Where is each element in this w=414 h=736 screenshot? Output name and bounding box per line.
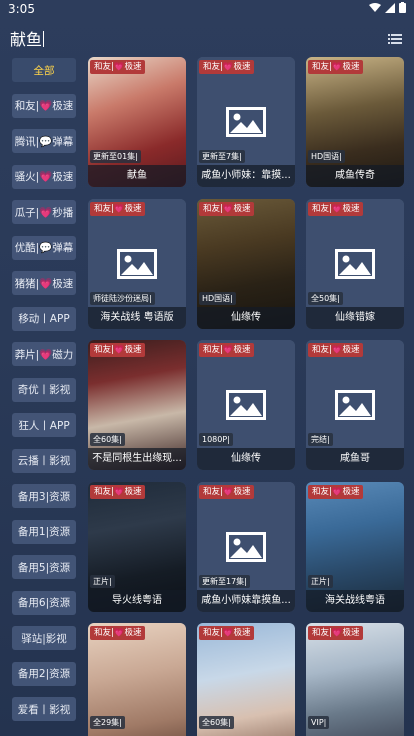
sidebar-source-item[interactable]: 爱看丨影视 [12,697,76,721]
source-badge: 和友|💗极速 [90,60,146,74]
source-badge: 和友|💗极速 [199,343,255,357]
source-badge: 和友|💗极速 [308,60,364,74]
result-card[interactable]: 和友|💗极速 全60集| 不是同根生出缘现... [88,340,186,470]
episode-status-tag: 更新至17集| [199,574,250,588]
result-title: 咸鱼传奇 [306,165,404,187]
episode-status-tag: 全60集| [90,433,125,446]
sidebar-source-item[interactable]: 移动丨APP [12,306,76,331]
episode-status-tag: 更新至01集| [90,150,141,163]
episode-status-tag: 1080P| [199,433,233,446]
result-card[interactable]: 和友|💗极速 正片| 海关战线粤语 [306,481,404,612]
episode-status-tag: 全29集| [90,716,125,729]
result-card[interactable]: 和友|💗极速 全60集| [197,623,295,736]
source-badge: 和友|💗极速 [90,201,146,216]
source-badge: 和友|💗极速 [199,60,255,74]
status-icons [369,2,406,13]
sidebar-source-item[interactable]: 驿站|影视 [12,626,76,650]
episode-status-tag: 正片| [90,574,115,588]
result-card[interactable]: 和友|💗极速 全29集| [88,623,186,736]
result-card[interactable]: 和友|💗极速 HD国语| 咸鱼传奇 [306,57,404,187]
sidebar-source-item[interactable]: 骚火|💗极速 [12,164,76,189]
source-badge: 和友|💗极速 [199,484,255,499]
source-badge: 和友|💗极速 [308,484,364,499]
episode-status-tag: 更新至7集| [199,150,245,163]
episode-status-tag: 全50集| [308,291,343,305]
result-title: 海关战线粤语 [306,589,404,612]
sidebar-source-item[interactable]: 腾讯|💬弹幕 [12,129,76,153]
sidebar-source-item[interactable]: 备用1|资源 [12,519,76,544]
source-badge: 和友|💗极速 [90,626,146,640]
status-time: 3:05 [8,2,35,16]
result-title: 仙缘传 [197,448,295,470]
sidebar-source-item[interactable]: 瓜子|💗秒播 [12,200,76,224]
result-card[interactable]: 和友|💗极速 师徒陆沙份迷局| 海关战线 粤语版 [88,198,186,329]
episode-status-tag: 师徒陆沙份迷局| [90,291,155,305]
wifi-icon [369,2,381,13]
result-title: 不是同根生出缘现... [88,448,186,470]
result-card[interactable]: 和友|💗极速 全50集| 仙缘错嫁 [306,198,404,329]
sidebar-source-item[interactable]: 备用3|资源 [12,484,76,508]
sidebar-source-item[interactable]: 和友|💗极速 [12,93,76,118]
sidebar-source-item[interactable]: 奇优丨影视 [12,377,76,402]
sidebar-source-item[interactable]: 莽片|💗磁力 [12,342,76,366]
signal-icon [385,2,395,13]
result-title: 咸鱼小师妹靠摸鱼... [197,589,295,612]
result-title: 献鱼 [88,165,186,187]
episode-status-tag: HD国语| [199,291,236,305]
text-cursor [43,31,45,47]
sidebar-source-item[interactable]: 狂人丨APP [12,413,76,437]
source-badge: 和友|💗极速 [308,201,364,216]
episode-status-tag: 完结| [308,433,333,446]
result-title: 导火线粤语 [88,589,186,612]
list-menu-icon[interactable] [388,30,402,44]
search-input[interactable]: 献鱼 [10,26,45,50]
result-card[interactable]: 和友|💗极速 VIP| [306,623,404,736]
search-bar[interactable]: 献鱼 [10,26,404,50]
episode-status-tag: HD国语| [308,150,345,163]
status-bar: 3:05 [0,0,414,18]
source-badge: 和友|💗极速 [199,626,255,640]
source-badge: 和友|💗极速 [199,201,255,216]
sidebar-source-item[interactable]: 云播丨影视 [12,448,76,473]
episode-status-tag: 全60集| [199,716,234,729]
result-card[interactable]: 和友|💗极速 1080P| 仙缘传 [197,340,295,470]
battery-icon [399,2,406,13]
result-title: 仙缘传 [197,306,295,329]
result-card[interactable]: 和友|💗极速 更新至7集| 咸鱼小师妹：靠摸... [197,57,295,187]
source-badge: 和友|💗极速 [90,484,146,499]
search-query: 献鱼 [10,30,43,49]
result-title: 咸鱼哥 [306,448,404,470]
source-badge: 和友|💗极速 [90,343,146,357]
sidebar-source-item[interactable]: 全部 [12,58,76,82]
result-card[interactable]: 和友|💗极速 HD国语| 仙缘传 [197,198,295,329]
result-card[interactable]: 和友|💗极速 更新至17集| 咸鱼小师妹靠摸鱼... [197,481,295,612]
result-card[interactable]: 和友|💗极速 正片| 导火线粤语 [88,481,186,612]
source-badge: 和友|💗极速 [308,343,364,357]
sidebar-source-item[interactable]: 优酷|💬弹幕 [12,235,76,260]
sidebar-source-item[interactable]: 猪猪|💗极速 [12,271,76,295]
episode-status-tag: VIP| [308,716,330,729]
source-badge: 和友|💗极速 [308,626,364,640]
episode-status-tag: 正片| [308,574,333,588]
result-title: 咸鱼小师妹：靠摸... [197,165,295,187]
result-title: 仙缘错嫁 [306,306,404,329]
sidebar-source-item[interactable]: 备用5|资源 [12,555,76,579]
result-card[interactable]: 和友|💗极速 完结| 咸鱼哥 [306,340,404,470]
result-title: 海关战线 粤语版 [88,306,186,329]
sidebar-source-item[interactable]: 备用2|资源 [12,661,76,686]
result-card[interactable]: 和友|💗极速 更新至01集| 献鱼 [88,57,186,187]
sidebar-source-item[interactable]: 备用6|资源 [12,590,76,615]
